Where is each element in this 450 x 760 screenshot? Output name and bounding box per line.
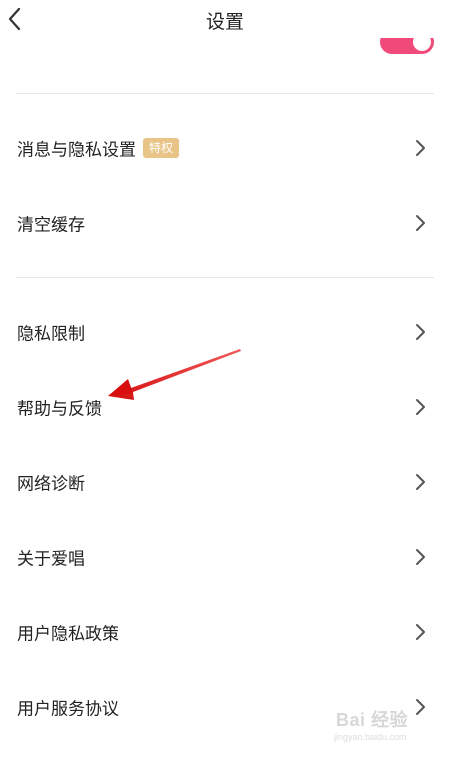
- section-divider: [16, 277, 434, 278]
- watermark-subtext: jingyan.baidu.com: [334, 732, 407, 742]
- row-message-privacy-settings[interactable]: 消息与隐私设置 特权: [0, 120, 450, 176]
- row-network-diagnosis[interactable]: 网络诊断: [0, 454, 450, 510]
- row-clear-cache[interactable]: 清空缓存: [0, 195, 450, 251]
- row-label: 消息与隐私设置: [17, 140, 136, 161]
- row-label: 帮助与反馈: [17, 399, 102, 420]
- chevron-right-icon: [416, 624, 425, 640]
- row-about[interactable]: 关于爱唱: [0, 529, 450, 585]
- row-label: 网络诊断: [17, 474, 85, 495]
- toggle-knob: [413, 38, 431, 51]
- chevron-right-icon: [416, 549, 425, 565]
- row-label: 关于爱唱: [17, 549, 85, 570]
- section-divider: [16, 93, 434, 94]
- top-bar: 设置: [0, 0, 450, 38]
- setting-toggle[interactable]: [380, 38, 434, 54]
- chevron-right-icon: [416, 324, 425, 340]
- chevron-right-icon: [416, 399, 425, 415]
- row-privacy-restrictions[interactable]: 隐私限制: [0, 304, 450, 360]
- chevron-right-icon: [416, 215, 425, 231]
- baidu-jingyan-watermark: Bai 经验 jingyan.baidu.com: [332, 704, 442, 750]
- row-help-feedback[interactable]: 帮助与反馈: [0, 379, 450, 435]
- page-title: 设置: [205, 11, 244, 33]
- row-label: 用户隐私政策: [17, 624, 119, 645]
- watermark-text: Bai 经验: [336, 710, 409, 730]
- row-label: 隐私限制: [17, 324, 85, 345]
- chevron-right-icon: [416, 140, 425, 156]
- row-label: 用户服务协议: [17, 699, 119, 720]
- privilege-badge: 特权: [143, 138, 180, 158]
- row-privacy-policy[interactable]: 用户隐私政策: [0, 604, 450, 660]
- partial-setting-row: [0, 38, 450, 58]
- row-label: 清空缓存: [17, 215, 85, 236]
- chevron-right-icon: [416, 474, 425, 490]
